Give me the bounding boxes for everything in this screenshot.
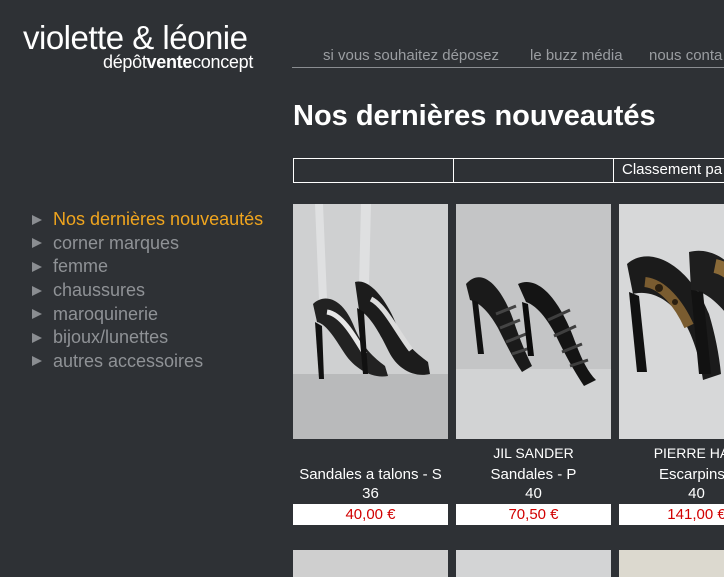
sidebar-item-leather-goods[interactable]: maroquinerie: [32, 302, 263, 326]
sidebar-item-label: femme: [53, 256, 109, 277]
sidebar-item-label: chaussures: [53, 280, 146, 301]
page-title: Nos dernières nouveautés: [293, 100, 656, 132]
product-price[interactable]: 70,50 €: [456, 504, 611, 525]
sort-label: Classement pa: [622, 161, 723, 178]
product-brand: [293, 445, 448, 466]
product-image-leopard-pumps[interactable]: [619, 204, 724, 439]
sidebar-item-label: autres accessoires: [53, 350, 204, 371]
topnav-contact-link[interactable]: nous conta: [649, 47, 722, 64]
triangle-right-icon: [32, 356, 42, 367]
product-name[interactable]: Escarpins -: [619, 466, 724, 484]
product-price[interactable]: 40,00 €: [293, 504, 448, 525]
product-image-black-sandals[interactable]: [456, 204, 611, 439]
triangle-right-icon: [32, 214, 42, 225]
product-image-next-row[interactable]: [456, 550, 611, 577]
filter-cell-1[interactable]: [293, 158, 454, 183]
category-sidebar: Nos dernières nouveautés corner marques …: [32, 208, 263, 373]
sidebar-item-label: bijoux/lunettes: [53, 327, 169, 348]
topnav-divider: [292, 67, 724, 68]
product-name[interactable]: Sandales a talons - S: [293, 466, 448, 484]
triangle-right-icon: [32, 309, 42, 320]
logo-tagline-part-2: vente: [146, 52, 193, 72]
product-brand: JIL SANDER: [493, 445, 574, 461]
triangle-right-icon: [32, 285, 42, 296]
product-card[interactable]: JIL SANDER Sandales - P 40 70,50 €: [456, 204, 611, 525]
sidebar-item-label: Nos dernières nouveautés: [53, 209, 264, 230]
product-brand: PIERRE HAR: [653, 445, 724, 461]
product-size: 40: [688, 485, 705, 502]
product-size: 40: [525, 485, 542, 502]
logo-tagline-part-1: dépôt: [103, 52, 147, 72]
triangle-right-icon: [32, 238, 42, 249]
logo-title: violette & léonie: [23, 19, 248, 56]
site-logo[interactable]: violette & léonie dépôtventeconcept: [23, 19, 285, 73]
triangle-right-icon: [32, 332, 42, 343]
sidebar-item-label: corner marques: [53, 232, 180, 253]
filter-cell-2[interactable]: [453, 158, 614, 183]
product-size: 36: [362, 485, 379, 502]
triangle-right-icon: [32, 261, 42, 272]
sidebar-item-shoes[interactable]: chaussures: [32, 279, 263, 303]
product-image-silver-heels[interactable]: [293, 204, 448, 439]
product-name[interactable]: Sandales - P: [456, 466, 611, 484]
sidebar-item-brand-corner[interactable]: corner marques: [32, 232, 263, 256]
sidebar-item-label: maroquinerie: [53, 303, 159, 324]
logo-tagline: dépôtventeconcept: [103, 52, 253, 72]
topnav-deposit-link[interactable]: si vous souhaitez déposez: [323, 47, 499, 64]
product-price[interactable]: 141,00 €: [619, 504, 724, 525]
sort-bar: Classement pa: [293, 158, 724, 183]
topnav-buzz-link[interactable]: le buzz média: [530, 47, 623, 64]
product-image-next-row[interactable]: [619, 550, 724, 577]
product-card[interactable]: PIERRE HAR Escarpins - 40 141,00 €: [619, 204, 724, 525]
sidebar-item-jewelry-glasses[interactable]: bijoux/lunettes: [32, 326, 263, 350]
product-card[interactable]: Sandales a talons - S 36 40,00 €: [293, 204, 448, 525]
sidebar-item-other-accessories[interactable]: autres accessoires: [32, 350, 263, 374]
top-navigation: si vous souhaitez déposez le buzz média …: [292, 45, 724, 69]
product-image-next-row[interactable]: [293, 550, 448, 577]
logo-tagline-part-3: concept: [192, 52, 254, 72]
product-grid: Sandales a talons - S 36 40,00 € JIL SAN…: [293, 204, 724, 577]
sidebar-item-women[interactable]: femme: [32, 255, 263, 279]
sort-select[interactable]: Classement pa: [613, 158, 724, 183]
sidebar-item-new-arrivals[interactable]: Nos dernières nouveautés: [32, 208, 263, 232]
